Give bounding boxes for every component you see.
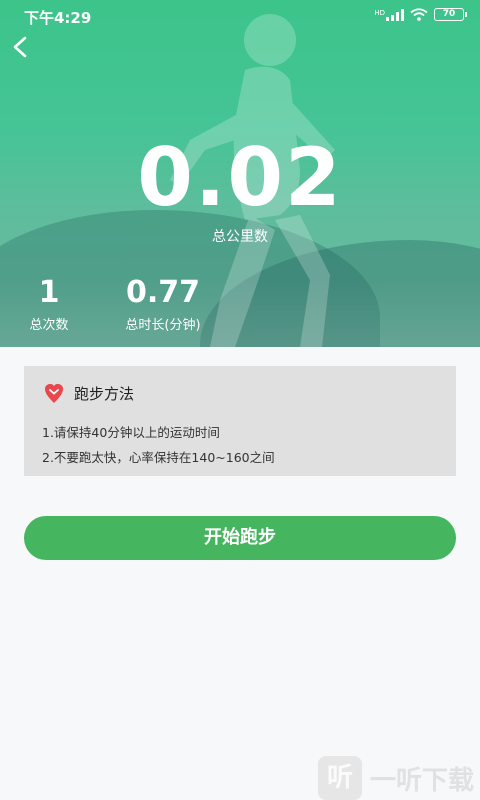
total-km-value: 0.02 bbox=[137, 131, 343, 224]
network-type-label: HD bbox=[374, 8, 385, 17]
battery-level: 70 bbox=[442, 9, 456, 19]
watermark: 听 一听下载 bbox=[318, 756, 474, 800]
watermark-logo: 听 bbox=[318, 756, 362, 800]
method-title: 跑步方法 bbox=[74, 384, 135, 403]
method-tip: 1.请保持40分钟以上的运动时间 bbox=[42, 425, 220, 440]
battery-icon: 70 bbox=[434, 8, 467, 21]
stat-value: 1 bbox=[38, 275, 60, 310]
stat-label: 总次数 bbox=[29, 318, 69, 333]
signal-icon: HD bbox=[374, 8, 404, 21]
stat-total-count: 1 总次数 bbox=[24, 275, 74, 334]
wifi-icon bbox=[410, 8, 428, 21]
total-km-label: 总公里数 bbox=[212, 229, 268, 245]
start-running-button[interactable]: 开始跑步 bbox=[24, 516, 456, 560]
status-time: 下午4:29 bbox=[24, 9, 92, 27]
back-arrow-icon[interactable] bbox=[10, 36, 32, 58]
stat-value: 0.77 bbox=[125, 275, 201, 310]
watermark-text: 一听下载 bbox=[370, 765, 475, 796]
stat-label: 总时长(分钟) bbox=[125, 318, 201, 333]
status-icons: HD 70 bbox=[374, 8, 467, 21]
method-header: 跑步方法 bbox=[44, 382, 134, 404]
status-bar: 下午4:29 HD 70 bbox=[0, 0, 480, 32]
method-tip: 2.不要跑太快，心率保持在140~160之间 bbox=[42, 450, 275, 465]
running-method-panel: 跑步方法 1.请保持40分钟以上的运动时间 2.不要跑太快，心率保持在140~1… bbox=[24, 366, 456, 476]
stat-total-duration: 0.77 总时长(分钟) bbox=[108, 275, 218, 334]
heart-pin-icon bbox=[45, 384, 63, 403]
